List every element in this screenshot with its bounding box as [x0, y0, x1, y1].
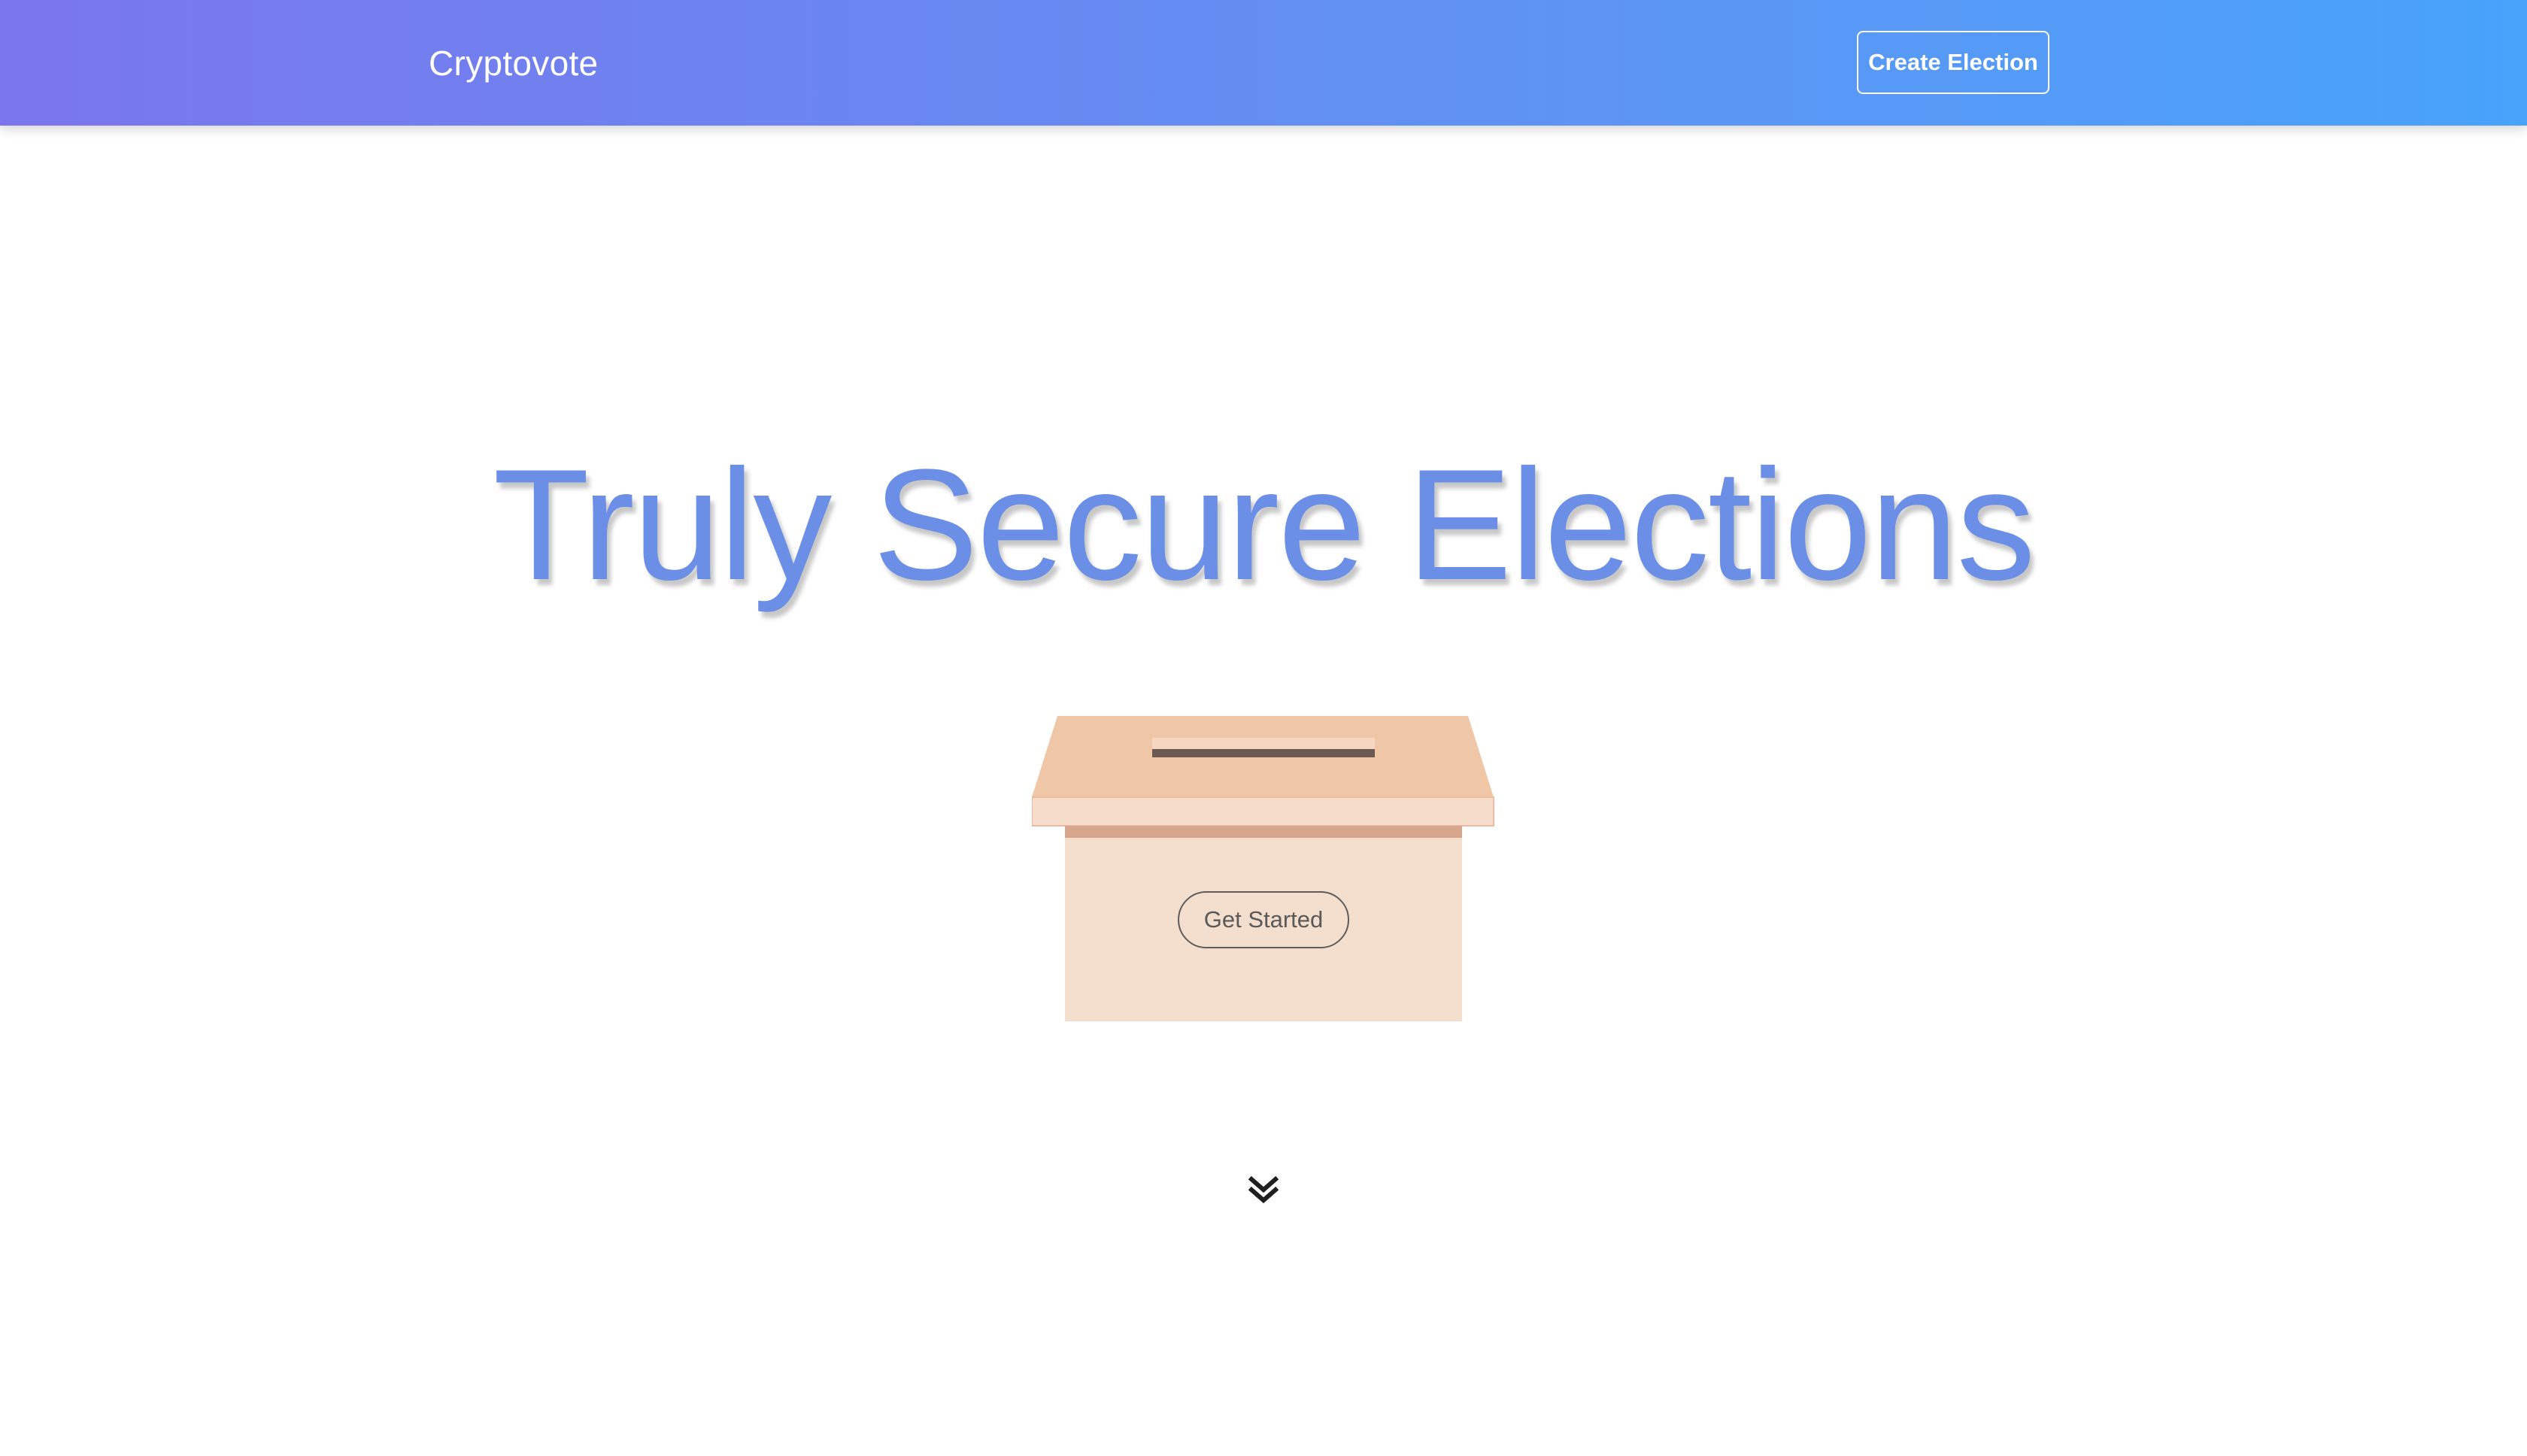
ballot-box-shadow-band	[1065, 826, 1462, 838]
create-election-button[interactable]: Create Election	[1857, 31, 2049, 94]
ballot-box-slot-highlight	[1152, 738, 1375, 750]
ballot-box-icon	[1032, 716, 1494, 1021]
top-navbar: Cryptovote Create Election	[0, 0, 2527, 126]
ballot-box-lid-edge	[1032, 796, 1494, 827]
brand-logo-text[interactable]: Cryptovote	[429, 39, 598, 87]
ballot-box-illustration	[1032, 716, 1495, 1021]
get-started-button[interactable]: Get Started	[1178, 891, 1349, 948]
hero-title: Truly Secure Elections	[493, 436, 2035, 613]
double-chevron-down-icon[interactable]	[1245, 1170, 1282, 1206]
ballot-box-slot	[1152, 749, 1375, 757]
